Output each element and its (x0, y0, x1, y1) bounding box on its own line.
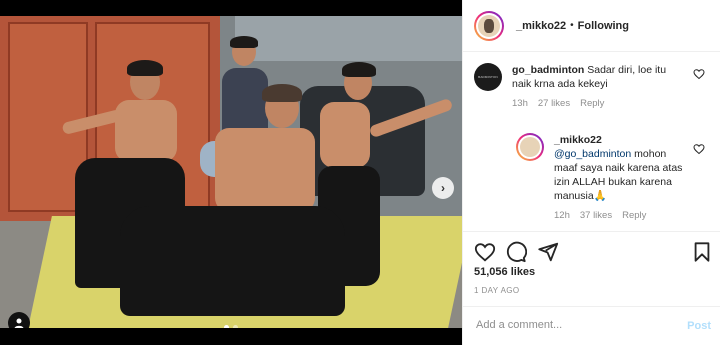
reply-mention[interactable]: @go_badminton (554, 148, 631, 160)
person-center-hair (262, 84, 302, 102)
person-right-hair (342, 62, 376, 77)
bookmark-icon[interactable] (691, 241, 713, 263)
reply-likes[interactable]: 37 likes (580, 209, 612, 223)
person-center-torso (215, 128, 315, 212)
comment-username[interactable]: go_badminton (512, 64, 584, 76)
tagged-users-button[interactable] (8, 312, 30, 328)
post-side-panel: _mikko22 • Following BADMINTON go_badmin… (462, 0, 720, 345)
comment-reply-item: _mikko22 @go_badminton mohon maaf saya n… (516, 133, 691, 223)
comment-item: BADMINTON go_badminton Sadar diri, loe i… (474, 63, 689, 111)
comment-likes[interactable]: 27 likes (538, 97, 570, 111)
next-photo-button[interactable]: › (432, 177, 454, 199)
person-left-hair (127, 60, 163, 76)
likes-count[interactable]: 51,056 likes (474, 266, 535, 278)
comment-like-heart-icon[interactable] (693, 68, 705, 80)
reply-author-avatar[interactable] (516, 133, 544, 161)
comment-reply-button[interactable]: Reply (580, 97, 604, 111)
author-username[interactable]: _mikko22 (516, 20, 566, 32)
header-separator: • (570, 20, 574, 31)
comment-icon[interactable] (505, 241, 527, 263)
person-center-pants (120, 206, 345, 316)
post-date[interactable]: 1 DAY AGO (474, 286, 520, 295)
reply-username[interactable]: _mikko22 (554, 134, 602, 146)
share-icon[interactable] (537, 241, 559, 263)
user-tag-icon (14, 318, 24, 328)
following-button[interactable]: Following (578, 20, 629, 32)
instagram-post-view: › _mikko22 • Following BADMINTON go_badm… (0, 0, 720, 345)
commenter-avatar[interactable]: BADMINTON (474, 63, 502, 91)
reply-like-heart-icon[interactable] (693, 143, 705, 155)
author-avatar[interactable] (474, 10, 504, 41)
person-left-torso (115, 100, 177, 162)
photo-roof (235, 16, 462, 61)
comments-list: BADMINTON go_badminton Sadar diri, loe i… (463, 53, 720, 231)
person-back-hair (230, 36, 258, 48)
action-bar (463, 231, 720, 271)
post-header: _mikko22 • Following (463, 0, 720, 52)
post-comment-button[interactable]: Post (687, 320, 711, 332)
comment-input[interactable] (476, 319, 666, 331)
heart-icon[interactable] (474, 241, 496, 263)
post-photo[interactable]: › (0, 16, 462, 328)
person-right-torso (320, 102, 370, 168)
reply-reply-button[interactable]: Reply (622, 209, 646, 223)
reply-time[interactable]: 12h (554, 209, 570, 223)
comment-time[interactable]: 13h (512, 97, 528, 111)
bottom-black-bar (0, 328, 462, 345)
chevron-right-icon: › (441, 181, 445, 195)
add-comment-bar: Post (463, 306, 720, 345)
